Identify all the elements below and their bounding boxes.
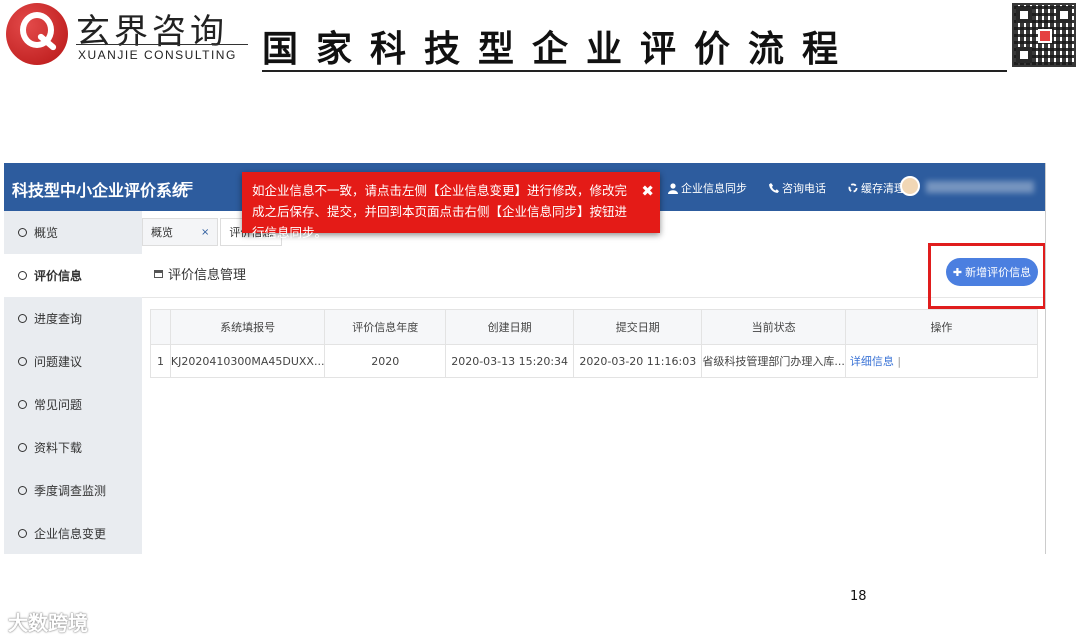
- hotline-label: 咨询电话: [782, 182, 826, 195]
- user-icon: [668, 182, 678, 194]
- column-header: 提交日期: [573, 309, 703, 345]
- circle-icon: [18, 529, 27, 538]
- close-icon[interactable]: ✖: [641, 181, 654, 202]
- sidebar-item-overview[interactable]: 概览: [4, 211, 142, 254]
- sidebar-item-label: 评价信息: [34, 269, 83, 283]
- phone-icon: [769, 183, 779, 193]
- sidebar-item-suggestions[interactable]: 问题建议: [4, 340, 142, 383]
- table-row: 1 KJ2020410300MA45DUXX... 2020 2020-03-1…: [150, 344, 1039, 378]
- app-title: 科技型中小企业评价系统: [12, 181, 189, 200]
- panel-title-text: 评价信息管理: [168, 268, 247, 283]
- row-index: 1: [150, 344, 171, 378]
- column-header: 创建日期: [445, 309, 575, 345]
- cell-actions: 详细信息 |: [844, 344, 1039, 378]
- tab-overview[interactable]: 概览 ×: [142, 218, 219, 246]
- slide-title: 国家科技型企业评价流程: [262, 29, 857, 70]
- circle-icon: [18, 486, 27, 495]
- close-icon[interactable]: ×: [201, 227, 209, 238]
- cell-code: KJ2020410300MA45DUXX...: [169, 344, 326, 378]
- hotline-button[interactable]: 咨询电话: [769, 180, 826, 196]
- alert-text: 如企业信息不一致，请点击左侧【企业信息变更】进行修改，修改完成之后保存、提交，并…: [252, 183, 628, 240]
- highlight-annotation-box: [928, 243, 1045, 309]
- cell-status: 省级科技管理部门办理入库...: [701, 344, 846, 378]
- sidebar-item-evaluation-info[interactable]: 评价信息: [4, 254, 142, 297]
- circle-icon: [18, 357, 27, 366]
- logo-chinese-text: 玄界咨询: [76, 12, 228, 52]
- circle-icon: [18, 271, 27, 280]
- logo-english-text: XUANJIE CONSULTING: [78, 48, 237, 62]
- sidebar: 概览 评价信息 进度查询 问题建议 常见问题 资料下载 季度调查监测 企业信息变…: [4, 211, 142, 554]
- app-screenshot: 科技型中小企业评价系统 ≡ 企业信息同步 咨询电话 缓存清理 概览 评价信息 进…: [4, 163, 1046, 554]
- watermark-text: 大数跨境: [8, 611, 88, 635]
- table-header-row: 系统填报号 评价信息年度 创建日期 提交日期 当前状态 操作: [150, 309, 1039, 345]
- cell-year: 2020: [324, 344, 447, 378]
- cell-submitted: 2020-03-20 11:16:03: [573, 344, 703, 378]
- sidebar-item-progress[interactable]: 进度查询: [4, 297, 142, 340]
- sidebar-item-label: 资料下载: [34, 441, 83, 455]
- menu-toggle-icon[interactable]: ≡: [180, 176, 194, 196]
- blurred-company-name: [926, 181, 1034, 193]
- cell-created: 2020-03-13 15:20:34: [445, 344, 575, 378]
- window-icon: [154, 269, 163, 278]
- enterprise-sync-button[interactable]: 企业信息同步: [668, 180, 747, 196]
- tab-label: 概览: [151, 226, 173, 239]
- circle-icon: [18, 443, 27, 452]
- panel-title: 评价信息管理: [154, 264, 246, 283]
- column-header: 当前状态: [701, 309, 846, 345]
- circle-icon: [18, 228, 27, 237]
- column-header: 操作: [844, 309, 1039, 345]
- qr-code-icon: [1012, 3, 1076, 67]
- alert-message: 如企业信息不一致，请点击左侧【企业信息变更】进行修改，修改完成之后保存、提交，并…: [242, 172, 660, 240]
- evaluation-table: 系统填报号 评价信息年度 创建日期 提交日期 当前状态 操作 1 KJ20204…: [150, 309, 1039, 378]
- sidebar-item-label: 进度查询: [34, 312, 83, 326]
- top-actions: 企业信息同步 咨询电话 缓存清理: [668, 180, 905, 196]
- sidebar-item-label: 常见问题: [34, 398, 83, 412]
- sidebar-item-quarterly-survey[interactable]: 季度调查监测: [4, 469, 142, 512]
- circle-icon: [18, 314, 27, 323]
- column-header: 评价信息年度: [324, 309, 447, 345]
- sidebar-item-downloads[interactable]: 资料下载: [4, 426, 142, 469]
- panel-divider: [142, 297, 1045, 298]
- logo-divider: [76, 44, 248, 45]
- title-divider: [262, 70, 1007, 72]
- sidebar-item-label: 季度调查监测: [34, 484, 107, 498]
- xuanjie-logo-icon: [6, 3, 68, 65]
- sidebar-item-enterprise-change[interactable]: 企业信息变更: [4, 512, 142, 554]
- sidebar-item-faq[interactable]: 常见问题: [4, 383, 142, 426]
- recycle-icon: [848, 183, 858, 193]
- cache-clear-button[interactable]: 缓存清理: [848, 180, 905, 196]
- avatar[interactable]: [900, 176, 920, 196]
- detail-link[interactable]: 详细信息: [850, 355, 894, 368]
- column-header: [150, 309, 171, 345]
- column-header: 系统填报号: [169, 309, 326, 345]
- sidebar-item-label: 问题建议: [34, 355, 83, 369]
- sidebar-item-label: 概览: [34, 226, 59, 240]
- page-number: 18: [850, 589, 867, 604]
- cache-clear-label: 缓存清理: [861, 182, 905, 195]
- circle-icon: [18, 400, 27, 409]
- enterprise-sync-label: 企业信息同步: [681, 182, 747, 195]
- separator: |: [897, 355, 902, 368]
- sidebar-item-label: 企业信息变更: [34, 527, 107, 541]
